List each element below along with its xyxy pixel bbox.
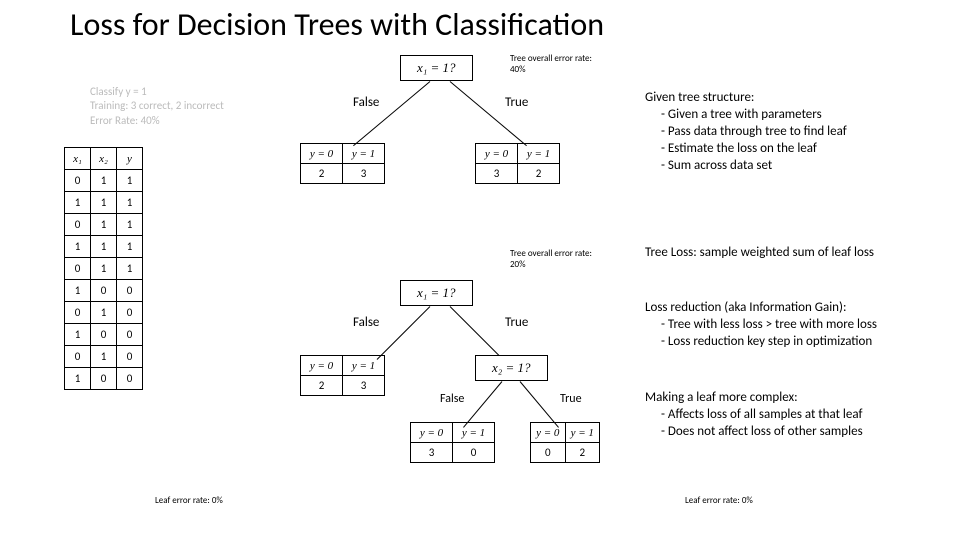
text-block-1: Given tree structure: - Given a tree wit… (645, 90, 945, 174)
edge (450, 81, 527, 146)
classify-line: Classify y = 1 (90, 85, 224, 99)
leaf-hdr: y = 1 (343, 356, 385, 376)
text-title: Given tree structure: (645, 90, 945, 107)
leaf-val: 2 (301, 164, 343, 184)
table-cell: 1 (91, 170, 117, 192)
edge (377, 306, 431, 360)
edge (463, 381, 502, 428)
leaf-val: 2 (565, 443, 600, 463)
table-cell: 1 (117, 170, 143, 192)
edge-label-false: False (353, 95, 379, 110)
table-cell: 0 (117, 324, 143, 346)
table-cell: 1 (65, 280, 91, 302)
leaf-val: 3 (343, 376, 385, 396)
text-block-3: Loss reduction (aka Information Gain): -… (645, 300, 945, 351)
table-cell: 1 (91, 258, 117, 280)
col-header: x₂ (91, 148, 117, 170)
table-cell: 0 (65, 346, 91, 368)
table-cell: 1 (117, 214, 143, 236)
table-cell: 0 (117, 302, 143, 324)
leaf-val: 3 (411, 443, 453, 463)
text-line: - Affects loss of all samples at that le… (645, 407, 945, 424)
text-line: - Sum across data set (645, 158, 945, 175)
col-header: x₁ (65, 148, 91, 170)
text-line: Tree Loss: sample weighted sum of leaf l… (645, 245, 945, 262)
table-cell: 1 (65, 192, 91, 214)
leaf-error-left: Leaf error rate: 0% (155, 495, 223, 506)
table-cell: 1 (65, 236, 91, 258)
tree2-sub-left: y = 0y = 1 30 (410, 422, 495, 463)
edge (353, 81, 430, 146)
text-title: Making a leaf more complex: (645, 390, 945, 407)
leaf-val: 2 (518, 164, 560, 184)
text-line: - Estimate the loss on the leaf (645, 141, 945, 158)
tree-error-label: Tree overall error rate: 40% (510, 53, 600, 75)
text-line: - Given a tree with parameters (645, 107, 945, 124)
tree2-right-node: x₂ = 1? (475, 355, 548, 381)
leaf-hdr: y = 1 (453, 423, 495, 443)
text-line: - Does not affect loss of other samples (645, 424, 945, 441)
table-cell: 0 (65, 258, 91, 280)
col-header: y (117, 148, 143, 170)
leaf-val: 2 (301, 376, 343, 396)
table-cell: 0 (117, 368, 143, 390)
edge (450, 306, 504, 360)
text-block-2: Tree Loss: sample weighted sum of leaf l… (645, 245, 945, 262)
text-title: Loss reduction (aka Information Gain): (645, 300, 945, 317)
classify-summary: Classify y = 1 Training: 3 correct, 2 in… (90, 85, 224, 128)
tree2-root: x₁ = 1? (400, 280, 473, 306)
edge-label-true: True (505, 95, 528, 110)
leaf-hdr: y = 0 (411, 423, 453, 443)
table-cell: 1 (91, 192, 117, 214)
table-cell: 1 (91, 346, 117, 368)
table-cell: 1 (91, 214, 117, 236)
edge-label-false: False (353, 315, 379, 330)
classify-line: Error Rate: 40% (90, 114, 224, 128)
text-line: - Pass data through tree to find leaf (645, 124, 945, 141)
leaf-hdr: y = 0 (531, 423, 566, 443)
edge-label-true: True (560, 392, 582, 406)
tree2-sub-right: y = 0y = 1 02 (530, 422, 600, 463)
leaf-hdr: y = 0 (301, 144, 343, 164)
table-cell: 1 (91, 236, 117, 258)
tree1-left-leaf: y = 0y = 1 23 (300, 143, 385, 184)
table-cell: 0 (117, 346, 143, 368)
slide-title: Loss for Decision Trees with Classificat… (70, 5, 604, 44)
table-cell: 0 (91, 324, 117, 346)
text-line: - Loss reduction key step in optimizatio… (645, 334, 945, 351)
table-cell: 1 (65, 368, 91, 390)
table-cell: 1 (65, 324, 91, 346)
table-cell: 1 (117, 236, 143, 258)
tree1-right-leaf: y = 0y = 1 32 (475, 143, 560, 184)
tree-error-label: Tree overall error rate: 20% (510, 248, 600, 270)
leaf-hdr: y = 1 (343, 144, 385, 164)
table-cell: 1 (91, 302, 117, 324)
table-cell: 0 (65, 170, 91, 192)
leaf-val: 3 (343, 164, 385, 184)
leaf-hdr: y = 0 (301, 356, 343, 376)
leaf-val: 0 (453, 443, 495, 463)
leaf-val: 3 (476, 164, 518, 184)
table-cell: 0 (65, 214, 91, 236)
edge-label-false: False (440, 392, 464, 406)
leaf-error-right: Leaf error rate: 0% (685, 495, 753, 506)
tree2-left-leaf: y = 0y = 1 23 (300, 355, 385, 396)
table-cell: 1 (117, 258, 143, 280)
table-cell: 0 (91, 368, 117, 390)
text-block-4: Making a leaf more complex: - Affects lo… (645, 390, 945, 441)
table-cell: 0 (117, 280, 143, 302)
text-line: - Tree with less loss > tree with more l… (645, 317, 945, 334)
leaf-hdr: y = 1 (518, 144, 560, 164)
leaf-hdr: y = 0 (476, 144, 518, 164)
leaf-val: 0 (531, 443, 566, 463)
tree1-root: x₁ = 1? (400, 55, 473, 81)
table-cell: 1 (117, 192, 143, 214)
edge (520, 381, 559, 428)
table-cell: 0 (91, 280, 117, 302)
classify-line: Training: 3 correct, 2 incorrect (90, 99, 224, 113)
data-table: x₁ x₂ y 011111011111011100010100010100 (64, 147, 143, 390)
edge-label-true: True (505, 315, 528, 330)
leaf-hdr: y = 1 (565, 423, 600, 443)
table-cell: 0 (65, 302, 91, 324)
